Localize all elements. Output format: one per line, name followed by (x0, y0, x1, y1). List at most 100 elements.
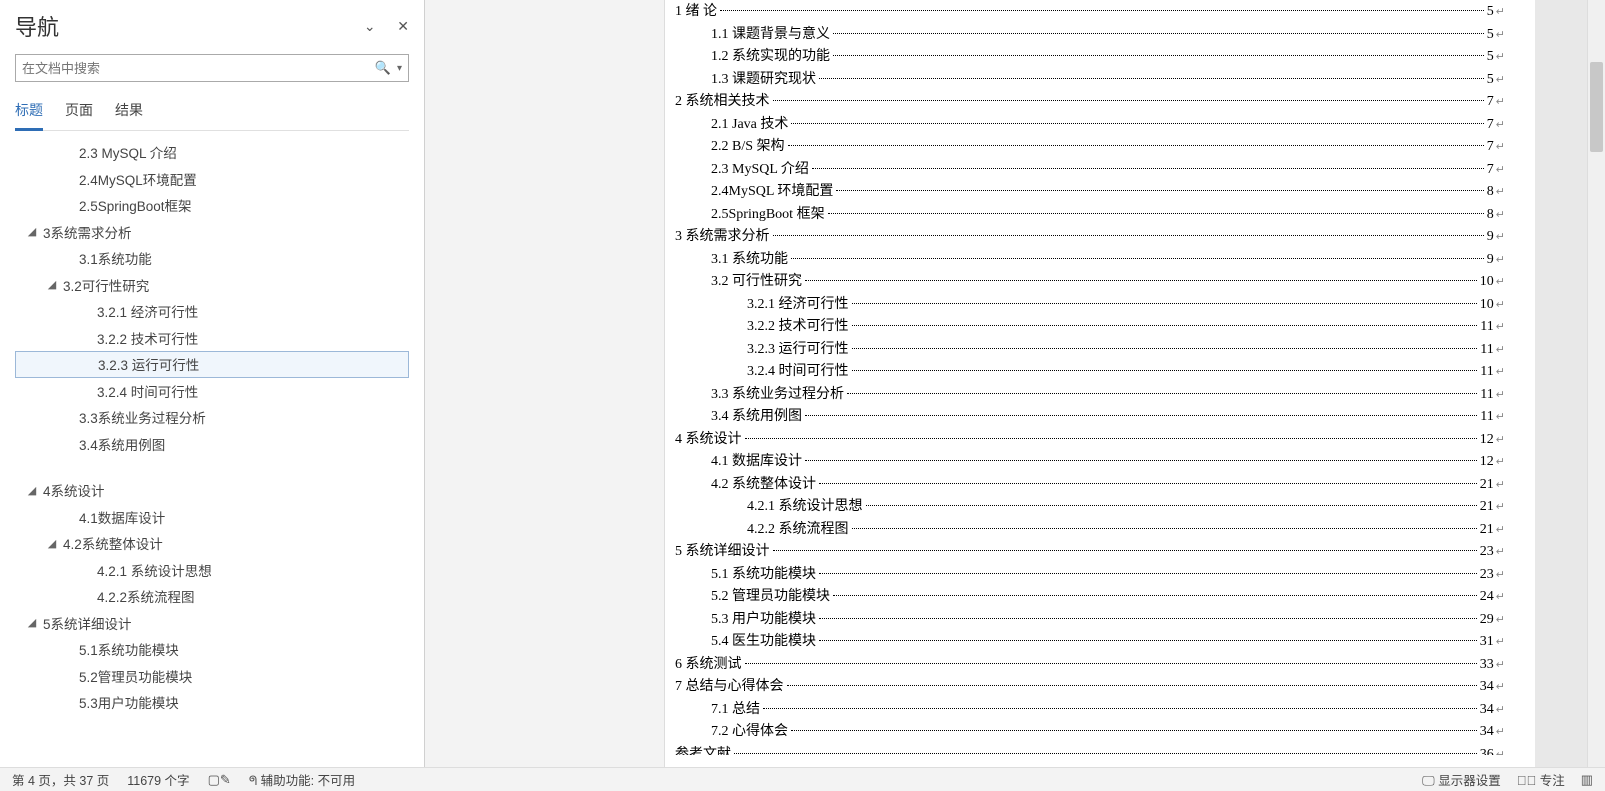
toc-entry[interactable]: 2 系统相关技术7↵ (675, 90, 1505, 113)
toc-entry[interactable]: 5.4 医生功能模块31↵ (675, 630, 1505, 653)
close-icon[interactable]: ✕ (397, 18, 409, 34)
accessibility-status[interactable]: ᖗ 辅助功能: 不可用 (249, 770, 355, 789)
toc-leader (787, 685, 1477, 686)
tree-item-label: 4系统设计 (43, 480, 105, 500)
toc-entry[interactable]: 3.2.1 经济可行性10↵ (675, 293, 1505, 316)
toc-entry[interactable]: 5.3 用户功能模块29↵ (675, 608, 1505, 631)
collapse-icon[interactable]: ⌄ (364, 18, 376, 34)
toc-entry[interactable]: 4.2.2 系统流程图21↵ (675, 518, 1505, 541)
toc-leader (833, 55, 1484, 56)
search-box[interactable]: 🔍 ▾ (15, 54, 409, 82)
tree-item[interactable]: 2.3 MySQL 介绍 (15, 139, 409, 166)
toc-page-number: 7 (1487, 117, 1494, 133)
paragraph-mark-icon: ↵ (1496, 365, 1505, 378)
tree-item[interactable]: 4.2.2系统流程图 (15, 583, 409, 610)
expand-icon[interactable]: ◢ (25, 484, 39, 497)
toc-entry[interactable]: 5.2 管理员功能模块24↵ (675, 585, 1505, 608)
document-scrollbar[interactable] (1587, 0, 1605, 767)
expand-icon[interactable]: ◢ (25, 225, 39, 238)
search-input[interactable] (22, 61, 375, 76)
tree-item[interactable]: 5.1系统功能模块 (15, 636, 409, 663)
tab-headings[interactable]: 标题 (15, 96, 43, 131)
toc-entry[interactable]: 3.1 系统功能9↵ (675, 248, 1505, 271)
tree-item[interactable]: 5.2管理员功能模块 (15, 663, 409, 690)
expand-icon[interactable]: ◢ (45, 278, 59, 291)
toc-entry[interactable]: 1.1 课题背景与意义5↵ (675, 23, 1505, 46)
paragraph-mark-icon: ↵ (1496, 50, 1505, 63)
toc-page-number: 21 (1480, 522, 1494, 538)
tree-item[interactable]: ◢5系统详细设计 (15, 610, 409, 637)
tab-pages[interactable]: 页面 (65, 96, 93, 130)
toc-entry[interactable]: 参考文献36↵ (675, 743, 1505, 755)
tree-item[interactable]: 3.2.1 经济可行性 (15, 298, 409, 325)
toc-title: 3.1 系统功能 (711, 248, 788, 268)
tree-item[interactable]: 3.4系统用例图 (15, 431, 409, 458)
tree-item[interactable]: 3.1系统功能 (15, 245, 409, 272)
search-icon[interactable]: 🔍 (375, 60, 391, 76)
document-scroll-thumb[interactable] (1590, 62, 1603, 152)
toc-entry[interactable]: 5 系统详细设计23↵ (675, 540, 1505, 563)
toc-entry[interactable]: 3.4 系统用例图11↵ (675, 405, 1505, 428)
tree-item[interactable]: 3.2.4 时间可行性 (15, 378, 409, 405)
toc-title: 5.2 管理员功能模块 (711, 585, 830, 605)
tree-item[interactable]: 4.2.1 系统设计思想 (15, 557, 409, 584)
page-info[interactable]: 第 4 页，共 37 页 (12, 770, 109, 789)
toc-entry[interactable]: 4.2.1 系统设计思想21↵ (675, 495, 1505, 518)
toc-leader (866, 505, 1477, 506)
tree-item[interactable]: 2.5SpringBoot框架 (15, 192, 409, 219)
toc-leader (819, 78, 1484, 79)
toc-entry[interactable]: 1.2 系统实现的功能5↵ (675, 45, 1505, 68)
read-mode-icon[interactable]: ▥ (1581, 772, 1593, 788)
toc-entry[interactable]: 3.2.2 技术可行性11↵ (675, 315, 1505, 338)
toc-entry[interactable]: 7 总结与心得体会34↵ (675, 675, 1505, 698)
toc-title: 3.3 系统业务过程分析 (711, 383, 844, 403)
toc-entry[interactable]: 5.1 系统功能模块23↵ (675, 563, 1505, 586)
toc-entry[interactable]: 7.2 心得体会34↵ (675, 720, 1505, 743)
toc-entry[interactable]: 2.5SpringBoot 框架8↵ (675, 203, 1505, 226)
tree-item-label: 3.2.4 时间可行性 (97, 381, 198, 401)
toc-entry[interactable]: 2.3 MySQL 介绍7↵ (675, 158, 1505, 181)
tree-item[interactable]: ◢3.2可行性研究 (15, 272, 409, 299)
toc-page-number: 11 (1480, 342, 1493, 358)
tree-item[interactable]: ◢4.2系统整体设计 (15, 530, 409, 557)
toc-leader (852, 325, 1478, 326)
paragraph-mark-icon: ↵ (1496, 703, 1505, 716)
toc-leader (773, 550, 1477, 551)
toc-leader (828, 213, 1484, 214)
tree-item[interactable]: ◢3系统需求分析 (15, 219, 409, 246)
toc-entry[interactable]: 4.1 数据库设计12↵ (675, 450, 1505, 473)
toc-page-number: 11 (1480, 364, 1493, 380)
tree-item[interactable]: 3.2.3 运行可行性 (15, 351, 409, 378)
display-settings[interactable]: 🖵 显示器设置 (1422, 770, 1501, 789)
toc-entry[interactable]: 2.2 B/S 架构7↵ (675, 135, 1505, 158)
toc-entry[interactable]: 2.1 Java 技术7↵ (675, 113, 1505, 136)
tree-item[interactable]: 3.3系统业务过程分析 (15, 404, 409, 431)
toc-entry[interactable]: 3.3 系统业务过程分析11↵ (675, 383, 1505, 406)
toc-entry[interactable]: 3.2.4 时间可行性11↵ (675, 360, 1505, 383)
paragraph-mark-icon: ↵ (1496, 230, 1505, 243)
toc-page-number: 31 (1480, 634, 1494, 650)
toc-entry[interactable]: 3.2 可行性研究10↵ (675, 270, 1505, 293)
tab-results[interactable]: 结果 (115, 96, 143, 130)
toc-entry[interactable]: 2.4MySQL 环境配置8↵ (675, 180, 1505, 203)
toc-entry[interactable]: 7.1 总结34↵ (675, 698, 1505, 721)
toc-leader (791, 258, 1484, 259)
toc-entry[interactable]: 3.2.3 运行可行性11↵ (675, 338, 1505, 361)
word-count[interactable]: 11679 个字 (127, 770, 189, 789)
toc-entry[interactable]: 3 系统需求分析9↵ (675, 225, 1505, 248)
tree-item[interactable]: 2.4MySQL环境配置 (15, 166, 409, 193)
proofing-icon[interactable]: ▢✎ (208, 772, 231, 788)
tree-item[interactable]: ◢ 4系统设计 (15, 477, 409, 504)
toc-entry[interactable]: 1.3 课题研究现状5↵ (675, 68, 1505, 91)
tree-item[interactable]: 3.2.2 技术可行性 (15, 325, 409, 352)
toc-entry[interactable]: 6 系统测试33↵ (675, 653, 1505, 676)
search-dropdown-icon[interactable]: ▾ (397, 63, 402, 74)
expand-icon[interactable]: ◢ (25, 616, 39, 629)
toc-entry[interactable]: 4.2 系统整体设计21↵ (675, 473, 1505, 496)
expand-icon[interactable]: ◢ (45, 537, 59, 550)
focus-mode[interactable]: �⃞ 专注 (1517, 770, 1565, 789)
toc-entry[interactable]: 1 绪 论5↵ (675, 0, 1505, 23)
tree-item[interactable]: 4.1数据库设计 (15, 504, 409, 531)
toc-entry[interactable]: 4 系统设计12↵ (675, 428, 1505, 451)
tree-item[interactable]: 5.3用户功能模块 (15, 689, 409, 716)
